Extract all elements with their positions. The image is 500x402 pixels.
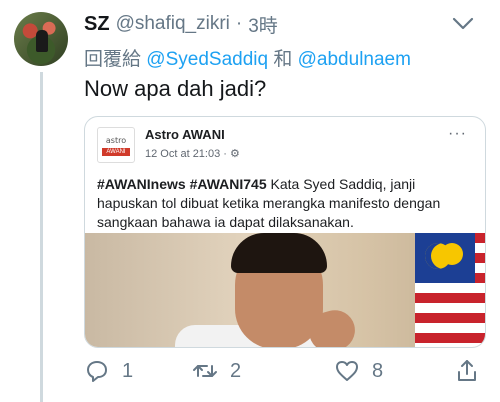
mention-abdulnaem[interactable]: @abdulnaem bbox=[298, 49, 411, 70]
like-icon bbox=[336, 361, 358, 381]
separator: · bbox=[235, 13, 243, 34]
post-header: astro AWANI Astro AWANI 12 Oct at 21:03 … bbox=[97, 125, 473, 167]
reply-button[interactable]: 1 bbox=[84, 358, 133, 384]
replying-to: 回覆給 @SyedSaddiq 和 @abdulnaem bbox=[84, 44, 411, 71]
share-icon bbox=[458, 360, 476, 381]
thread-line bbox=[40, 72, 43, 402]
page-name: Astro AWANI bbox=[145, 127, 225, 142]
quoted-image-card[interactable]: astro AWANI Astro AWANI 12 Oct at 21:03 … bbox=[84, 116, 486, 348]
tweet-header: SZ @shafiq_zikri · 3時 bbox=[84, 10, 484, 38]
astro-awani-logo: astro AWANI bbox=[97, 127, 135, 163]
post-body: #AWANInews #AWANI745 Kata Syed Saddiq, j… bbox=[97, 175, 473, 232]
flag-image bbox=[415, 233, 485, 347]
tweet-text: Now apa dah jadi? bbox=[84, 76, 267, 101]
post-meta: 12 Oct at 21:03 · ⚙ bbox=[145, 148, 240, 160]
like-count: 8 bbox=[372, 359, 384, 382]
author-handle[interactable]: @shafiq_zikri bbox=[116, 13, 230, 35]
retweet-button[interactable]: 2 bbox=[192, 358, 241, 384]
retweet-icon bbox=[193, 365, 217, 377]
post-hashtags: #AWANInews #AWANI745 bbox=[97, 176, 267, 192]
retweet-count: 2 bbox=[230, 359, 242, 382]
avatar[interactable] bbox=[14, 12, 68, 66]
chevron-down-icon[interactable] bbox=[452, 16, 474, 32]
tweet-actions: 1 2 8 bbox=[84, 358, 484, 388]
more-icon: ··· bbox=[448, 125, 467, 142]
timestamp[interactable]: 3時 bbox=[248, 11, 278, 38]
like-button[interactable]: 8 bbox=[334, 358, 383, 384]
conjunction: 和 bbox=[273, 49, 293, 70]
author-name[interactable]: SZ bbox=[84, 13, 110, 36]
share-button[interactable] bbox=[454, 358, 480, 384]
mention-syedsaddiq[interactable]: @SyedSaddiq bbox=[146, 49, 268, 70]
news-photo bbox=[85, 233, 485, 347]
reply-icon bbox=[87, 361, 107, 382]
reply-count: 1 bbox=[122, 359, 134, 382]
replying-prefix: 回覆給 bbox=[84, 49, 142, 70]
